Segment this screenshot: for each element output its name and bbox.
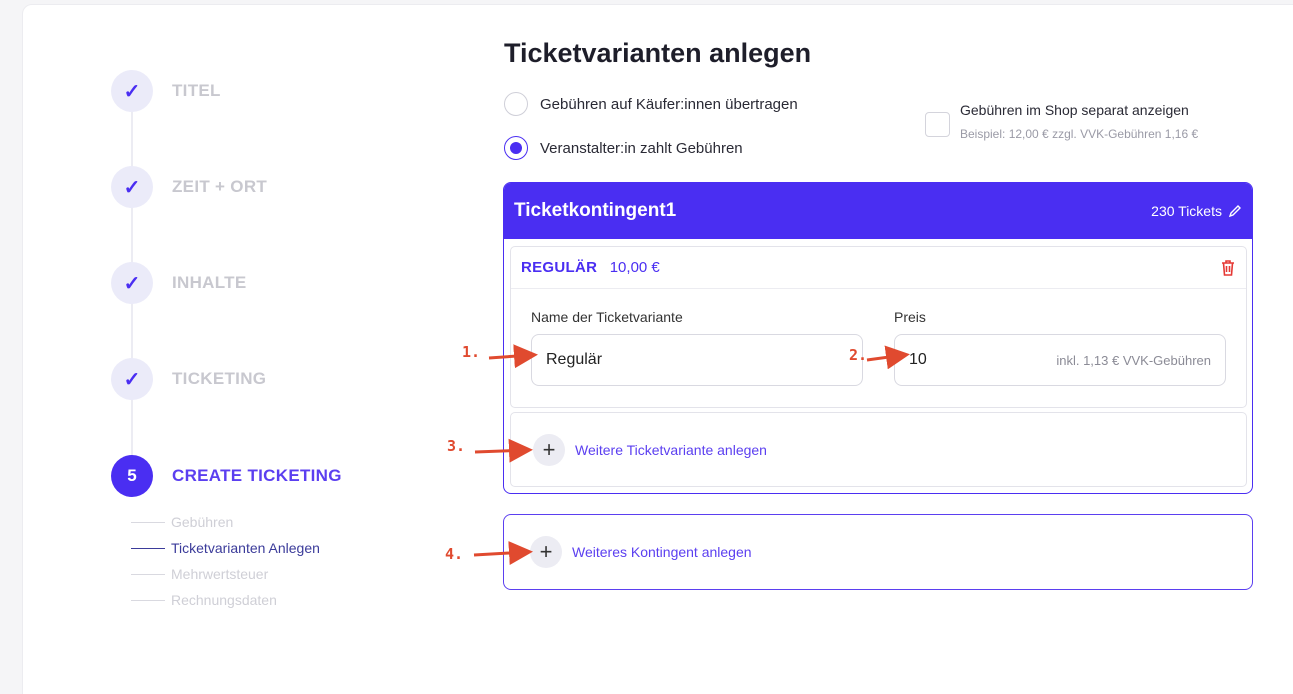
annotation-2: 2. xyxy=(849,346,868,364)
arrow-4 xyxy=(473,541,533,565)
arrow-2 xyxy=(866,345,910,370)
annotation-4: 4. xyxy=(445,545,464,563)
arrow-3 xyxy=(474,438,533,463)
annotation-3: 3. xyxy=(447,437,466,455)
annotation-1: 1. xyxy=(462,343,481,361)
annotation-arrows xyxy=(473,344,910,565)
arrow-1 xyxy=(488,344,538,369)
